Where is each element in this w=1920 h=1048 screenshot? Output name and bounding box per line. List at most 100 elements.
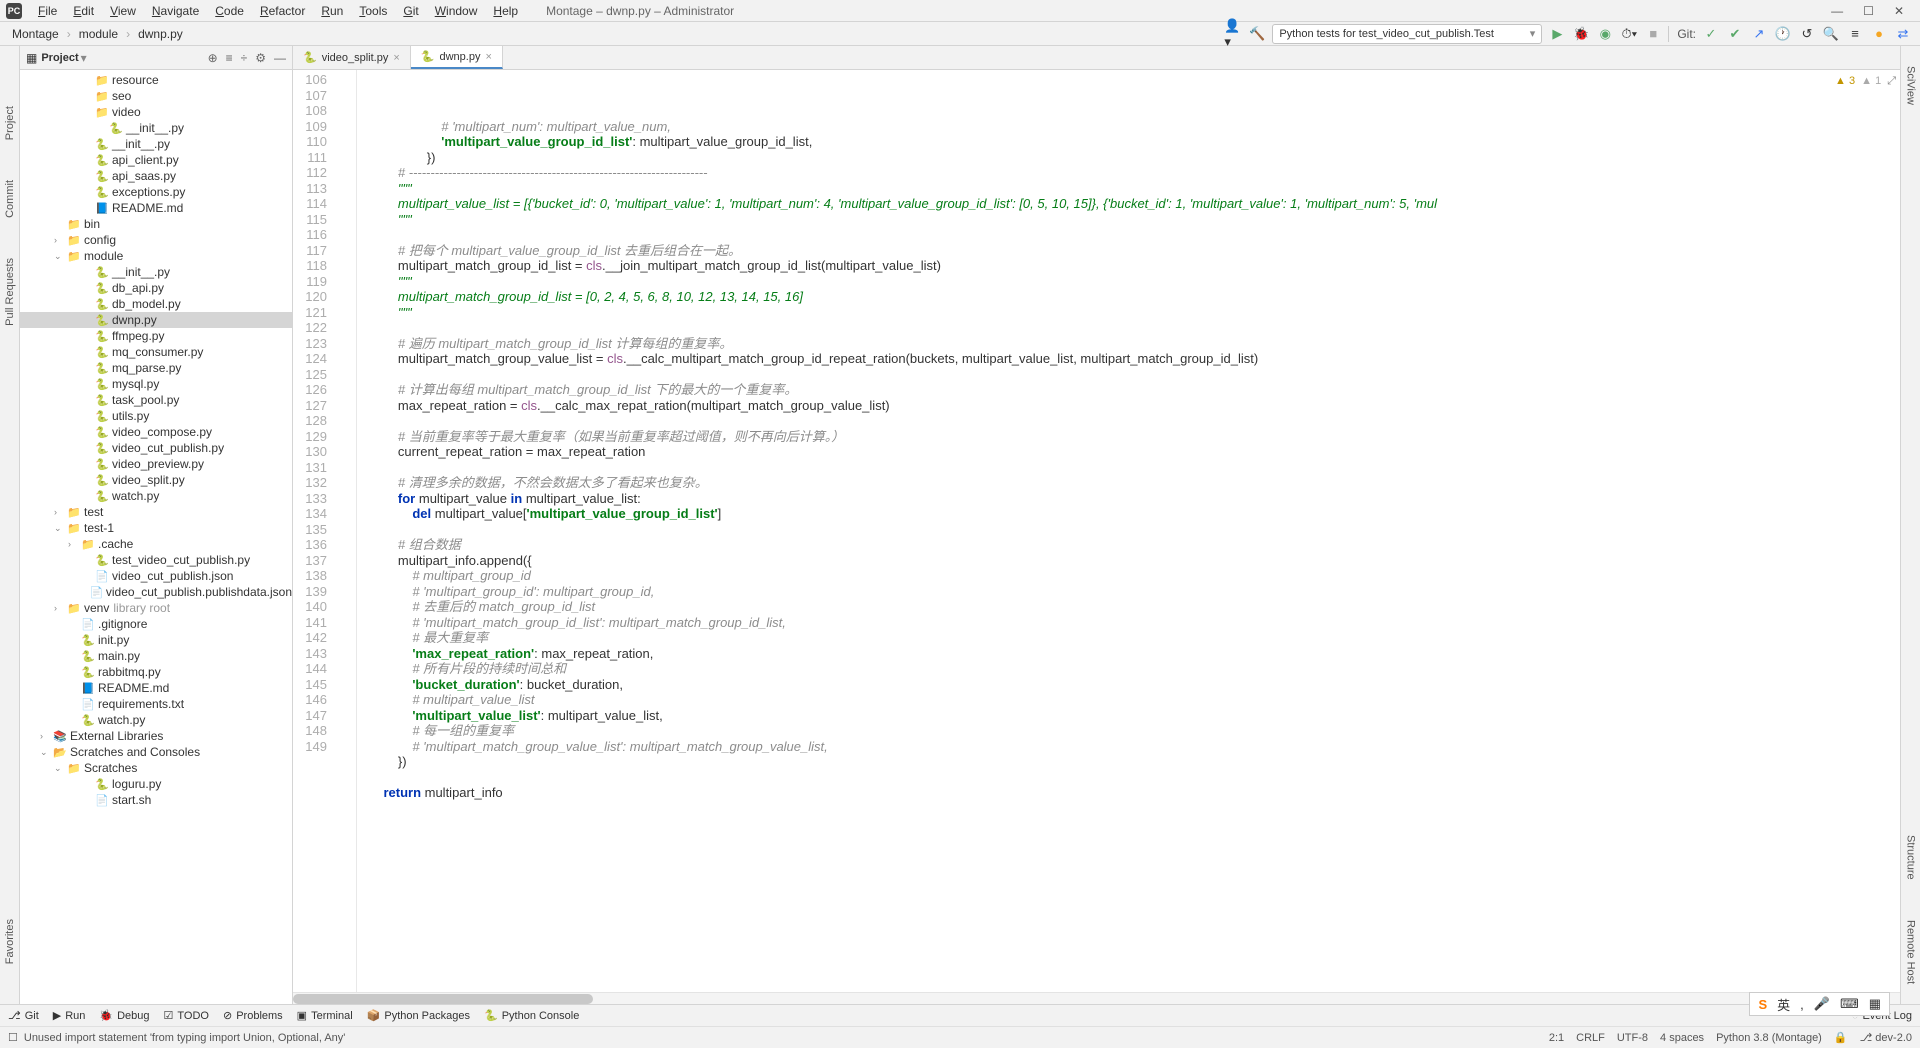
tree-item[interactable]: 📁resource — [20, 72, 292, 88]
tree-item[interactable]: ›📁.cache — [20, 536, 292, 552]
caret-position[interactable]: 2:1 — [1549, 1032, 1564, 1044]
tree-item[interactable]: 🐍api_client.py — [20, 152, 292, 168]
run-button[interactable]: ▶ — [1548, 25, 1566, 43]
ime-toolbar[interactable]: S 英 , 🎤 ⌨ ▦ — [1749, 992, 1890, 1016]
menu-refactor[interactable]: Refactor — [252, 2, 313, 20]
rail-remote-host[interactable]: Remote Host — [1905, 920, 1917, 984]
tree-item[interactable]: 🐍__init__.py — [20, 120, 292, 136]
tree-item[interactable]: 🐍init.py — [20, 632, 292, 648]
collapse-icon[interactable]: ÷ — [241, 51, 248, 65]
run-configuration-select[interactable]: Python tests for test_video_cut_publish.… — [1272, 24, 1542, 44]
tree-item[interactable]: ›📁config — [20, 232, 292, 248]
line-separator[interactable]: CRLF — [1576, 1032, 1605, 1044]
tree-item[interactable]: 🐍main.py — [20, 648, 292, 664]
tool-debug[interactable]: 🐞 Debug — [99, 1009, 149, 1022]
close-icon[interactable]: × — [485, 51, 491, 63]
tree-item[interactable]: 📁bin — [20, 216, 292, 232]
tree-item[interactable]: 🐍watch.py — [20, 488, 292, 504]
tree-item[interactable]: ›📁venvlibrary root — [20, 600, 292, 616]
ide-upgrade-icon[interactable]: ● — [1870, 25, 1888, 43]
search-icon[interactable]: 🔍 — [1822, 25, 1840, 43]
breadcrumb-item[interactable]: dwnp.py — [134, 26, 187, 42]
tree-item[interactable]: 📄requirements.txt — [20, 696, 292, 712]
interpreter[interactable]: Python 3.8 (Montage) — [1716, 1032, 1822, 1044]
coverage-button[interactable]: ◉ — [1596, 25, 1614, 43]
tool-python-console[interactable]: 🐍 Python Console — [484, 1009, 579, 1022]
weak-warning-badge[interactable]: ▲ 1 — [1861, 74, 1881, 90]
menu-help[interactable]: Help — [485, 2, 526, 20]
tree-item[interactable]: 🐍rabbitmq.py — [20, 664, 292, 680]
tree-item[interactable]: ⌄📂Scratches and Consoles — [20, 744, 292, 760]
rail-favorites[interactable]: Favorites — [4, 919, 16, 964]
tree-item[interactable]: 🐍utils.py — [20, 408, 292, 424]
user-icon[interactable]: 👤▾ — [1224, 25, 1242, 43]
tree-item[interactable]: 🐍db_model.py — [20, 296, 292, 312]
tree-item[interactable]: ›📁test — [20, 504, 292, 520]
menu-tools[interactable]: Tools — [351, 2, 395, 20]
tree-item[interactable]: 🐍task_pool.py — [20, 392, 292, 408]
ime-menu-icon[interactable]: ▦ — [1869, 996, 1881, 1012]
tool-terminal[interactable]: ▣ Terminal — [297, 1009, 353, 1022]
tree-item[interactable]: 📄video_cut_publish.publishdata.json — [20, 584, 292, 600]
menu-view[interactable]: View — [102, 2, 144, 20]
tree-item[interactable]: 🐍video_cut_publish.py — [20, 440, 292, 456]
tree-item[interactable]: 📁video — [20, 104, 292, 120]
tree-item[interactable]: 🐍video_compose.py — [20, 424, 292, 440]
close-icon[interactable]: ✕ — [1894, 4, 1904, 18]
tree-item[interactable]: 📄video_cut_publish.json — [20, 568, 292, 584]
tree-item[interactable]: 🐍test_video_cut_publish.py — [20, 552, 292, 568]
ime-punct-icon[interactable]: , — [1800, 997, 1804, 1012]
tree-item[interactable]: ⌄📁module — [20, 248, 292, 264]
tree-item[interactable]: 🐍exceptions.py — [20, 184, 292, 200]
settings-icon[interactable]: ⚙ — [255, 51, 266, 65]
git-history-icon[interactable]: 🕐 — [1774, 25, 1792, 43]
tree-item[interactable]: 📘README.md — [20, 680, 292, 696]
git-branch[interactable]: ⎇ dev-2.0 — [1860, 1031, 1912, 1044]
tree-item[interactable]: ›📚External Libraries — [20, 728, 292, 744]
breadcrumb-item[interactable]: Montage — [8, 26, 63, 42]
tree-item[interactable]: 🐍mysql.py — [20, 376, 292, 392]
tree-item[interactable]: 🐍api_saas.py — [20, 168, 292, 184]
tree-item[interactable]: 🐍ffmpeg.py — [20, 328, 292, 344]
minimize-icon[interactable]: — — [1831, 4, 1843, 18]
close-icon[interactable]: × — [393, 52, 399, 64]
git-rollback-icon[interactable]: ↺ — [1798, 25, 1816, 43]
warning-badge[interactable]: ▲ 3 — [1835, 74, 1855, 90]
ime-lang[interactable]: 英 — [1777, 995, 1790, 1014]
git-commit-icon[interactable]: ✔ — [1726, 25, 1744, 43]
editor-tab[interactable]: 🐍 video_split.py × — [293, 46, 411, 69]
tree-item[interactable]: 🐍mq_parse.py — [20, 360, 292, 376]
tree-item[interactable]: 🐍db_api.py — [20, 280, 292, 296]
locate-icon[interactable]: ⊕ — [208, 51, 218, 65]
settings-icon[interactable]: ≡ — [1846, 25, 1864, 43]
tree-item[interactable]: 🐍watch.py — [20, 712, 292, 728]
expand-icon[interactable]: ≡ — [226, 51, 233, 65]
tree-item[interactable]: 🐍dwnp.py — [20, 312, 292, 328]
tool-git[interactable]: ⎇ Git — [8, 1009, 39, 1022]
tree-item[interactable]: 🐍loguru.py — [20, 776, 292, 792]
tree-item[interactable]: 🐍video_preview.py — [20, 456, 292, 472]
rail-project[interactable]: Project — [4, 106, 16, 140]
ime-mic-icon[interactable]: 🎤 — [1814, 996, 1830, 1012]
tree-item[interactable]: 🐍video_split.py — [20, 472, 292, 488]
menu-window[interactable]: Window — [427, 2, 486, 20]
tree-item[interactable]: 📘README.md — [20, 200, 292, 216]
lock-icon[interactable]: 🔒 — [1834, 1031, 1848, 1044]
tree-item[interactable]: 🐍mq_consumer.py — [20, 344, 292, 360]
breadcrumb-item[interactable]: module — [75, 26, 122, 42]
stop-button[interactable]: ■ — [1644, 25, 1662, 43]
tree-item[interactable]: ⌄📁test-1 — [20, 520, 292, 536]
git-update-icon[interactable]: ✓ — [1702, 25, 1720, 43]
rail-structure[interactable]: Structure — [1905, 835, 1917, 880]
chevron-down-icon[interactable]: ▾ — [81, 51, 87, 65]
menu-code[interactable]: Code — [207, 2, 252, 20]
tree-item[interactable]: 📄start.sh — [20, 792, 292, 808]
menu-file[interactable]: File — [30, 2, 65, 20]
tool-problems[interactable]: ⊘ Problems — [223, 1009, 283, 1022]
tree-item[interactable]: ⌄📁Scratches — [20, 760, 292, 776]
gutter-icons[interactable] — [333, 70, 357, 992]
tool-python-packages[interactable]: 📦 Python Packages — [367, 1009, 470, 1022]
rail-sciview[interactable]: SciView — [1905, 66, 1917, 105]
editor-tab[interactable]: 🐍 dwnp.py × — [411, 46, 503, 69]
scrollbar-thumb[interactable] — [293, 994, 593, 1004]
